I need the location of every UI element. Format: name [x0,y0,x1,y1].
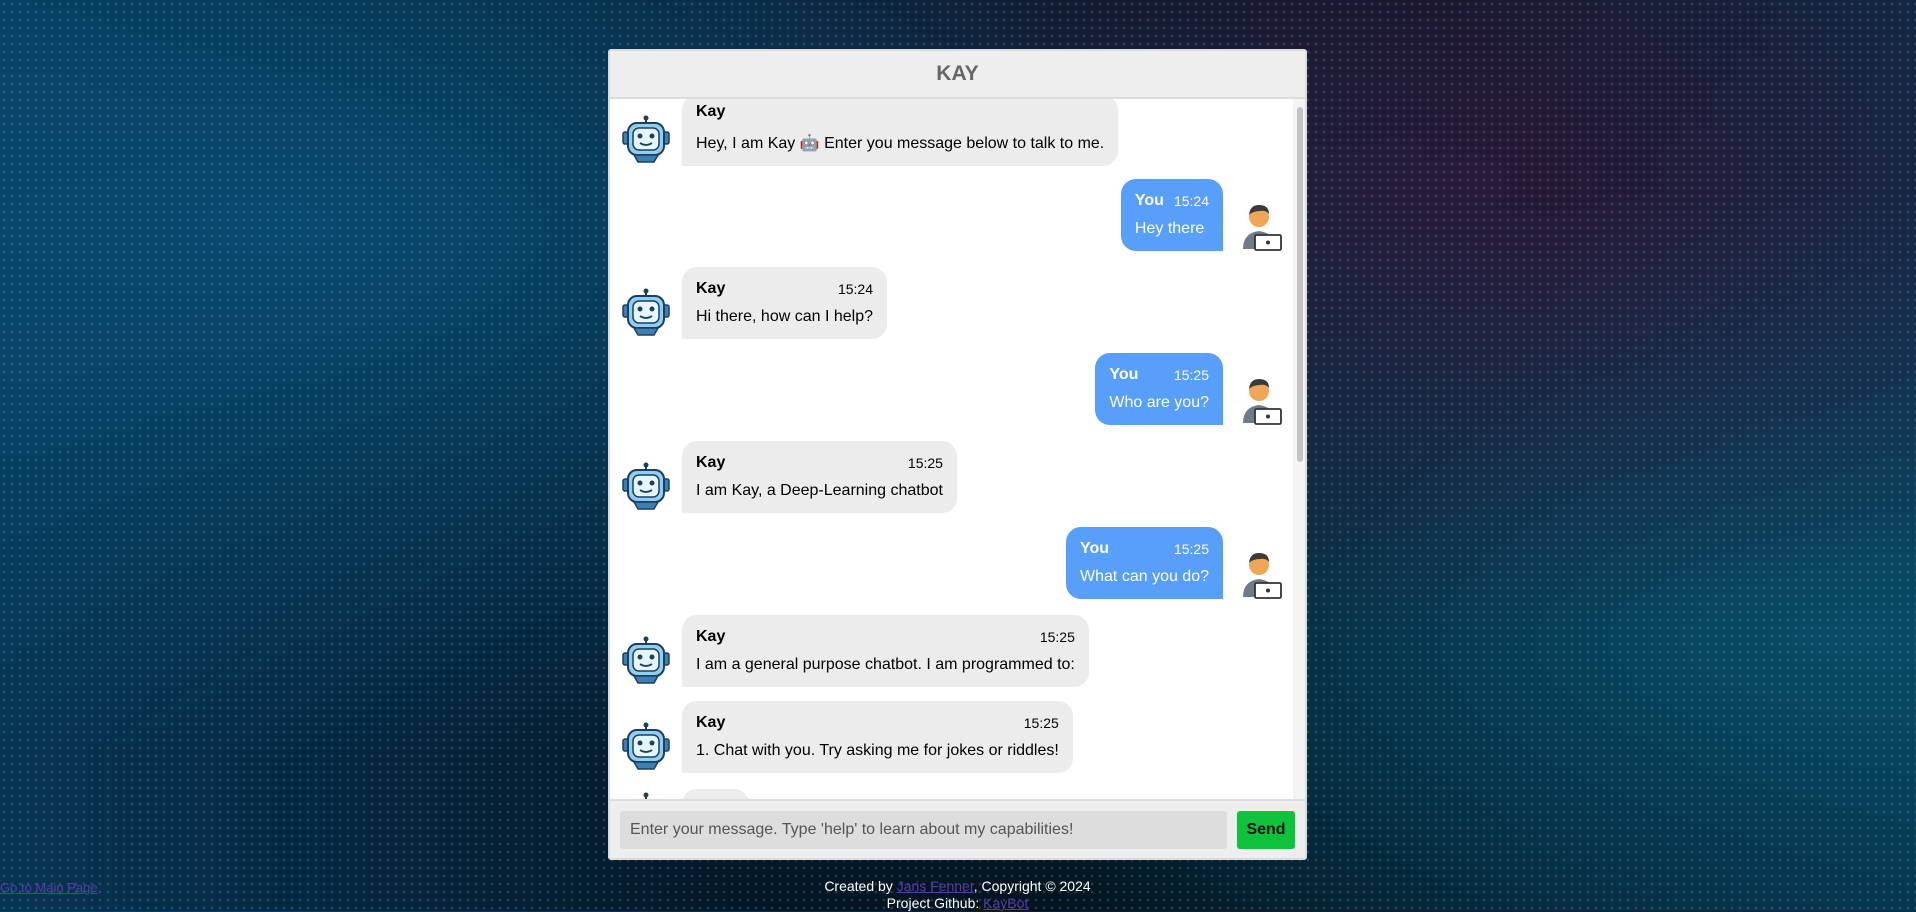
message-text: I am Kay, a Deep-Learning chatbot [696,482,943,499]
message-time: 15:25 [907,455,943,471]
bot-message-bubble: Kay Hey, I am Kay 🤖 Enter you message bel… [682,99,1119,166]
person-laptop-avatar-icon [1233,373,1285,425]
footer-github: Project Github: KayBot [608,895,1307,912]
message-header: Kay 15:25 [696,454,943,472]
message-input[interactable] [620,810,1227,849]
message-text: Hey, I am Kay 🤖 Enter you message below … [696,135,1105,152]
message-time: 15:25 [1023,715,1059,731]
user-message-bubble: You 15:25 What can you do? [1066,527,1223,599]
message-header: You 15:25 [1109,366,1209,384]
message-text: What can you do? [1080,568,1209,585]
chat-window: KAY Kay Hey, I am Kay 🤖 Enter you message… [608,49,1307,860]
robot-avatar-icon [620,721,672,773]
github-link[interactable]: KayBot [983,895,1028,911]
bot-message-bubble: Kay 15:25 I am a general purpose chatbot. … [682,615,1089,687]
message-time: 15:24 [1173,193,1209,209]
bot-message-bubble: Kay 15:25 1. Chat with you. Try asking me … [682,701,1073,773]
person-laptop-avatar-icon [1233,199,1285,251]
author-link[interactable]: Jaris Fenner [897,878,974,894]
person-laptop-avatar-icon [1233,547,1285,599]
chat-header: KAY [610,51,1305,99]
message-time: 15:24 [837,281,873,297]
message-time: 15:25 [1039,629,1075,645]
message-input-area: Send [610,799,1305,858]
footer-copyright: , Copyright © 2024 [973,878,1091,894]
message-sender: Kay [696,280,726,297]
footer: Created by Jaris Fenner, Copyright © 202… [608,878,1307,912]
message-header: Kay 15:25 [696,714,1059,732]
message-list[interactable]: Kay Hey, I am Kay 🤖 Enter you message bel… [610,99,1305,801]
message-sender: Kay [696,454,726,471]
message-header: Kay 15:25 [696,628,1075,646]
message-header: Kay [696,103,1104,121]
main-page-link[interactable]: Go to Main Page [0,880,98,895]
message-row: Kay Hey, I am Kay 🤖 Enter you message bel… [620,99,1119,166]
robot-avatar-icon [620,635,672,687]
message-time: 15:25 [1173,367,1209,383]
message-sender: Kay [696,714,726,731]
message-sender: Kay [696,628,726,645]
footer-github-label: Project Github: [886,895,984,911]
scrollbar[interactable] [1293,99,1305,801]
scrollbar-thumb[interactable] [1297,107,1303,462]
robot-avatar-icon [620,461,672,513]
bot-message-bubble: Kay 15:25 I am Kay, a Deep-Learning chatbo… [682,441,957,513]
message-header: You 15:24 [1135,192,1209,210]
user-message-bubble: You 15:24 Hey there [1120,179,1223,251]
message-text: I am a general purpose chatbot. I am pro… [696,656,1075,673]
message-header: You 15:25 [1080,540,1209,558]
message-sender: Kay [696,103,726,120]
message-text: Who are you? [1109,394,1209,411]
message-row: Kay 15:24 Hi there, how can I help? [620,267,887,339]
message-row: Kay 15:25 1. Chat with you. Try asking me … [620,701,1073,773]
message-header: Kay 15:24 [696,280,873,298]
message-time: 15:25 [1173,541,1209,557]
footer-credits: Created by Jaris Fenner, Copyright © 202… [608,878,1307,895]
bot-message-bubble: Kay 15:24 Hi there, how can I help? [682,267,887,339]
footer-created-by: Created by [824,878,897,894]
message-row: You 15:24 Hey there [1120,179,1285,251]
message-sender: You [1080,540,1110,557]
user-message-bubble: You 15:25 Who are you? [1095,353,1223,425]
message-text: Hi there, how can I help? [696,308,873,325]
message-row: You 15:25 What can you do? [1066,527,1285,599]
send-button[interactable]: Send [1237,810,1295,849]
message-text: 1. Chat with you. Try asking me for joke… [696,742,1059,759]
robot-avatar-icon [620,287,672,339]
robot-avatar-icon [620,114,672,166]
message-row: Kay 15:25 I am a general purpose chatbot. … [620,615,1089,687]
message-text: Hey there [1134,220,1205,237]
chat-title: KAY [936,62,979,85]
message-row: You 15:25 Who are you? [1095,353,1285,425]
message-sender: You [1109,366,1139,383]
message-row: Kay 15:25 I am Kay, a Deep-Learning chatbo… [620,441,957,513]
message-sender: You [1134,192,1164,209]
